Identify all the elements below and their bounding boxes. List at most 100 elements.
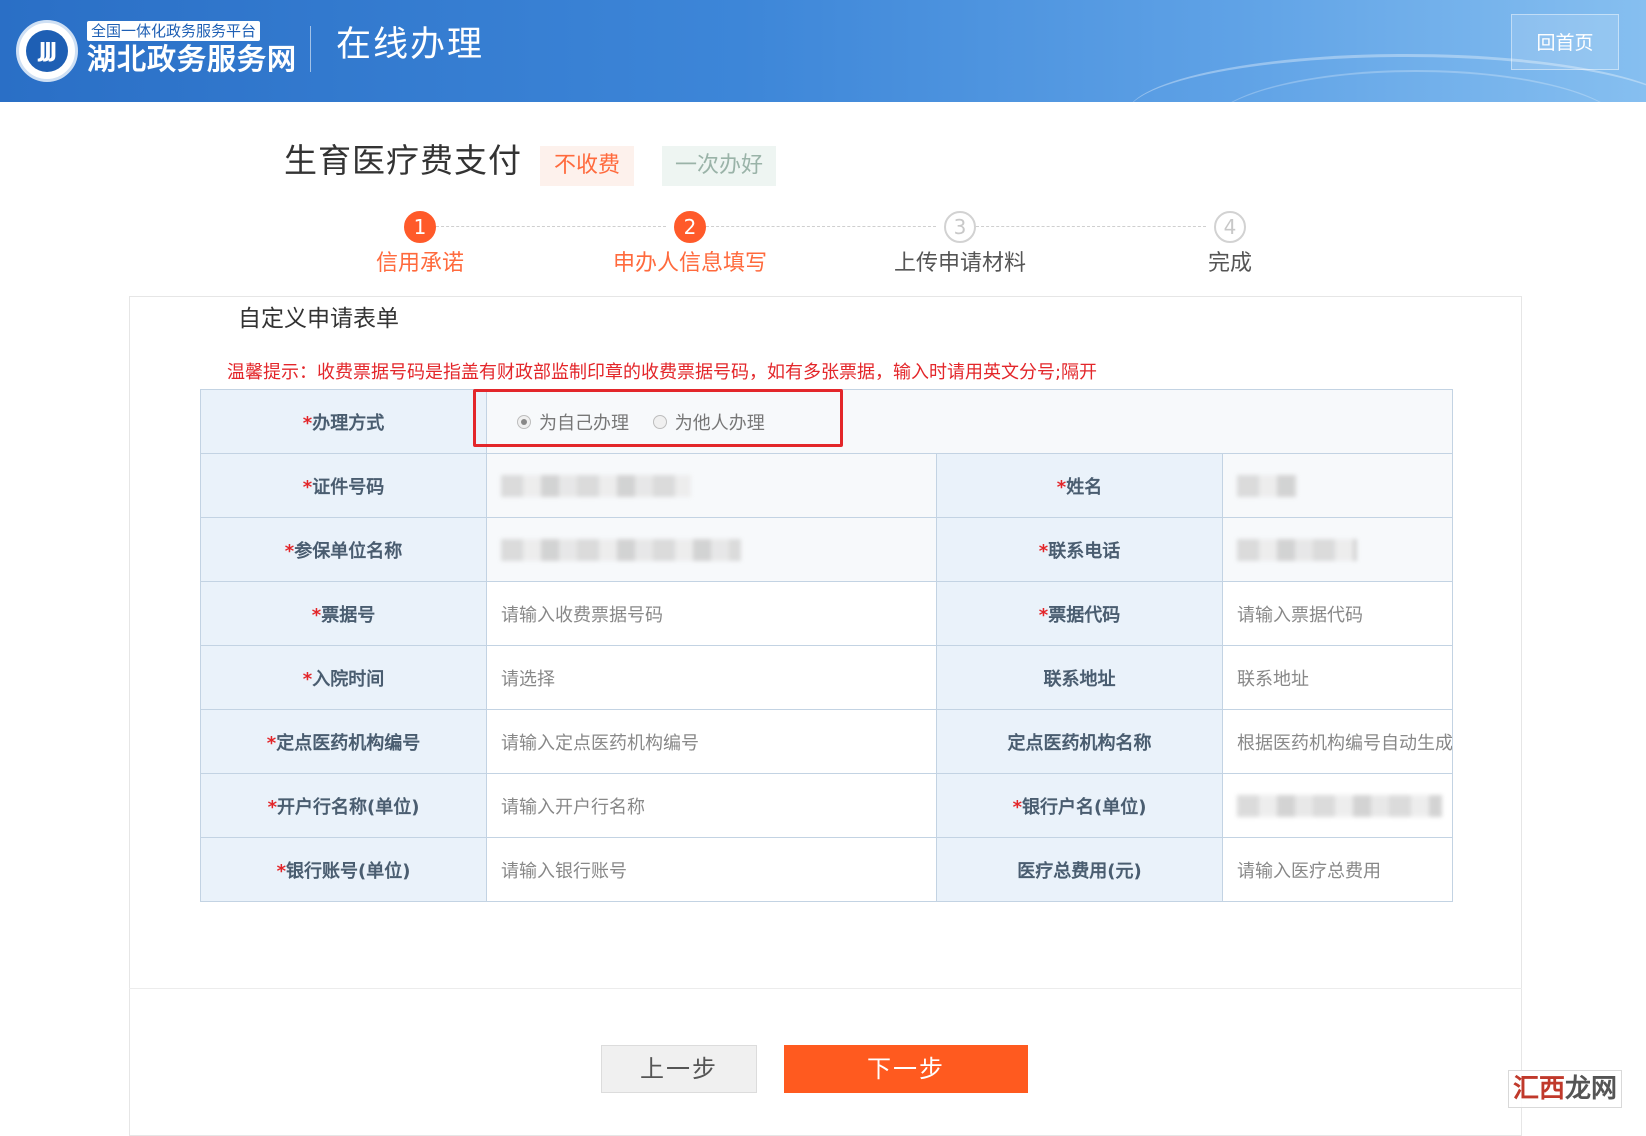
redacted-value — [501, 538, 741, 561]
site-name[interactable]: 湖北政务服务网 — [87, 41, 297, 77]
step-number: 4 — [1214, 211, 1246, 243]
field-label-text: 证件号码 — [312, 476, 385, 498]
required-mark: * — [284, 540, 295, 562]
field-label-text: 定点医药机构名称 — [1007, 732, 1152, 754]
field-label-text: 联系地址 — [1043, 668, 1116, 690]
field-label: *票据代码 — [936, 581, 1223, 646]
field-input[interactable] — [1221, 773, 1454, 838]
field-label-text: 开户行名称(单位) — [276, 796, 420, 818]
table-row: *定点医药机构编号 请输入定点医药机构编号 定点医药机构名称 根据医药机构编号自动生成 — [200, 709, 1454, 774]
home-button[interactable]: 回首页 — [1511, 14, 1619, 70]
field-label: *票据号 — [200, 581, 487, 646]
input-placeholder: 根据医药机构编号自动生成 — [1237, 732, 1453, 754]
field-label: *银行账号(单位) — [200, 837, 487, 902]
field-label-text: 参保单位名称 — [294, 540, 403, 562]
field-label: *姓名 — [936, 453, 1223, 518]
step-number: 1 — [404, 211, 436, 243]
field-input[interactable]: 请输入定点医药机构编号 — [486, 709, 937, 774]
field-label: 医疗总费用(元) — [936, 837, 1223, 902]
site-watermark: 汇西龙网 — [1508, 1070, 1623, 1108]
field-input[interactable]: 联系地址 — [1221, 645, 1454, 710]
next-step-button[interactable]: 下一步 — [784, 1045, 1028, 1093]
required-mark: * — [302, 668, 313, 690]
field-input[interactable]: 请输入收费票据号码 — [486, 581, 937, 646]
field-input[interactable]: 请输入开户行名称 — [486, 773, 937, 838]
step-label: 完成 — [1207, 251, 1252, 276]
input-placeholder: 请输入银行账号 — [501, 860, 627, 882]
input-placeholder: 请输入票据代码 — [1237, 604, 1363, 626]
field-label: 联系地址 — [936, 645, 1223, 710]
fee-badge: 不收费 — [540, 146, 634, 186]
field-label-text: 银行户名(单位) — [1021, 796, 1147, 818]
page-title: 生育医疗费支付 — [284, 141, 522, 180]
field-label-text: 入院时间 — [312, 668, 385, 690]
handling-label: 办理方式 — [312, 412, 385, 434]
required-mark: * — [267, 796, 277, 818]
field-label: 定点医药机构名称 — [936, 709, 1223, 774]
once-badge: 一次办好 — [662, 146, 776, 186]
step-applicant-info: 2 申办人信息填写 — [590, 211, 790, 279]
hubei-emblem-icon[interactable]: JJJ — [16, 20, 78, 82]
field-input[interactable] — [486, 517, 937, 582]
section-title: 在线办理 — [336, 25, 485, 65]
watermark-part1: 汇西 — [1513, 1074, 1566, 1104]
redacted-value — [501, 474, 691, 497]
field-label-text: 定点医药机构编号 — [276, 732, 421, 754]
input-placeholder: 请输入定点医药机构编号 — [501, 732, 699, 754]
step-number: 3 — [944, 211, 976, 243]
field-label-text: 银行账号(单位) — [285, 860, 411, 882]
required-mark: * — [302, 476, 313, 498]
input-placeholder: 请输入收费票据号码 — [501, 604, 663, 626]
redacted-value — [1237, 538, 1357, 561]
field-input[interactable]: 请输入票据代码 — [1221, 581, 1454, 646]
step-credit-promise: 1 信用承诺 — [320, 211, 520, 279]
input-placeholder: 请输入开户行名称 — [501, 796, 645, 818]
watermark-part2: 龙网 — [1565, 1074, 1618, 1104]
field-label: *定点医药机构编号 — [200, 709, 487, 774]
step-upload-materials: 3 上传申请材料 — [860, 211, 1060, 279]
redacted-value — [1237, 794, 1442, 817]
field-input[interactable] — [1221, 453, 1454, 518]
header-divider — [310, 26, 311, 72]
required-mark: * — [302, 412, 313, 434]
field-input[interactable]: 根据医药机构编号自动生成 — [1221, 709, 1454, 774]
required-mark: * — [311, 604, 322, 626]
field-label: *参保单位名称 — [200, 517, 487, 582]
highlight-annotation — [473, 389, 843, 447]
step-label: 申办人信息填写 — [612, 251, 767, 276]
table-row: *入院时间 请选择 联系地址 联系地址 — [200, 645, 1454, 710]
step-complete: 4 完成 — [1130, 211, 1330, 279]
form-title: 自定义申请表单 — [238, 306, 399, 332]
required-mark: * — [1012, 796, 1022, 818]
field-label: *银行户名(单位) — [936, 773, 1223, 838]
field-input[interactable]: 请选择 — [486, 645, 937, 710]
field-input[interactable]: 请输入银行账号 — [486, 837, 937, 902]
step-label: 上传申请材料 — [893, 251, 1026, 276]
field-label-text: 票据号 — [321, 604, 376, 626]
required-mark: * — [1038, 540, 1049, 562]
field-label-text: 联系电话 — [1048, 540, 1121, 562]
table-row: *票据号 请输入收费票据号码 *票据代码 请输入票据代码 — [200, 581, 1454, 646]
required-mark: * — [1056, 476, 1067, 498]
required-mark: * — [1038, 604, 1049, 626]
application-form-table: *办理方式 为自己办理 为他人办理 *证件号码 *姓名 *参保单位名称 *联系电话 *票… — [200, 389, 1454, 902]
field-label: *入院时间 — [200, 645, 487, 710]
field-label: *开户行名称(单位) — [200, 773, 487, 838]
input-placeholder: 请选择 — [501, 668, 555, 690]
input-placeholder: 联系地址 — [1237, 668, 1309, 690]
field-label: *联系电话 — [936, 517, 1223, 582]
top-header: JJJ 全国一体化政务服务平台 湖北政务服务网 在线办理 回首页 — [0, 0, 1646, 102]
required-mark: * — [266, 732, 277, 754]
table-row: *银行账号(单位) 请输入银行账号 医疗总费用(元) 请输入医疗总费用 — [200, 837, 1454, 902]
field-input[interactable]: 请输入医疗总费用 — [1221, 837, 1454, 902]
field-input[interactable] — [1221, 517, 1454, 582]
prev-step-button[interactable]: 上一步 — [601, 1045, 757, 1093]
footer-divider — [129, 988, 1522, 989]
step-number: 2 — [674, 211, 706, 243]
input-placeholder: 请输入医疗总费用 — [1237, 860, 1381, 882]
platform-tag: 全国一体化政务服务平台 — [87, 21, 261, 41]
field-label-text: 姓名 — [1066, 476, 1103, 498]
field-label: *办理方式 — [200, 389, 487, 454]
table-row: *开户行名称(单位) 请输入开户行名称 *银行户名(单位) — [200, 773, 1454, 838]
field-input[interactable] — [486, 453, 937, 518]
